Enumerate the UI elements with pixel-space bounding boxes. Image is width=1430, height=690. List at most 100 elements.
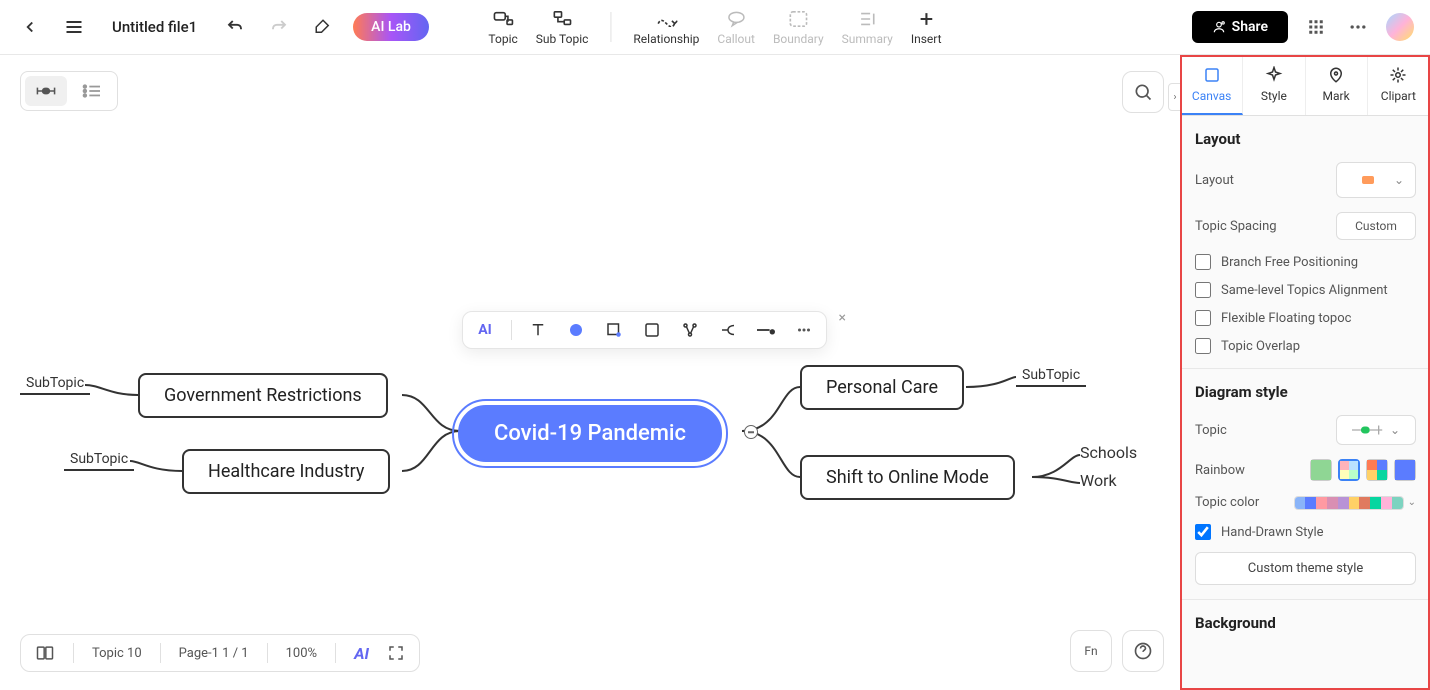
format-painter-button[interactable] xyxy=(309,13,337,41)
diagram-title: Diagram style xyxy=(1195,383,1416,401)
ft-color-button[interactable] xyxy=(564,318,588,342)
spacing-select[interactable]: Custom xyxy=(1336,212,1416,240)
central-node[interactable]: Covid-19 Pandemic xyxy=(458,405,722,462)
topic-color-label: Topic color xyxy=(1195,495,1259,510)
branch-free-check[interactable]: Branch Free Positioning xyxy=(1195,254,1416,270)
node-right-0[interactable]: Personal Care xyxy=(800,365,964,410)
fn-button[interactable]: Fn xyxy=(1070,630,1112,672)
back-button[interactable] xyxy=(16,13,44,41)
overlap-check[interactable]: Topic Overlap xyxy=(1195,338,1416,354)
main-area: › Covid-19 Pandemic Government Restricti… xyxy=(0,55,1430,690)
node-left-0[interactable]: Government Restrictions xyxy=(138,373,388,418)
tool-topic[interactable]: Topic xyxy=(488,8,517,46)
rainbow-options xyxy=(1310,459,1416,481)
user-avatar[interactable] xyxy=(1386,13,1414,41)
ft-ai-button[interactable]: AI xyxy=(473,318,497,342)
menu-button[interactable] xyxy=(60,13,88,41)
divider xyxy=(335,643,336,663)
topic-color-strip[interactable] xyxy=(1294,496,1404,510)
canvas-area[interactable]: › Covid-19 Pandemic Government Restricti… xyxy=(0,55,1180,690)
tab-canvas[interactable]: Canvas xyxy=(1181,55,1243,115)
panel-tabs: Canvas Style Mark Clipart xyxy=(1181,55,1430,116)
sub-left-1[interactable]: SubTopic xyxy=(64,449,134,471)
tool-relationship-label: Relationship xyxy=(633,32,699,46)
tool-summary[interactable]: Summary xyxy=(842,8,893,46)
rainbow-opt-1[interactable] xyxy=(1310,459,1332,481)
ft-shape-button[interactable] xyxy=(602,318,626,342)
right-panel: Canvas Style Mark Clipart Layout Layout … xyxy=(1180,55,1430,690)
tab-style[interactable]: Style xyxy=(1243,55,1305,115)
flexible-check[interactable]: Flexible Floating topoc xyxy=(1195,310,1416,326)
tool-subtopic[interactable]: Sub Topic xyxy=(536,8,589,46)
tool-callout-label: Callout xyxy=(717,32,755,46)
zoom-level[interactable]: 100% xyxy=(286,646,317,661)
ft-border-button[interactable] xyxy=(640,318,664,342)
tool-subtopic-label: Sub Topic xyxy=(536,32,589,46)
callout-icon xyxy=(725,8,747,30)
layout-label: Layout xyxy=(1195,173,1234,188)
fullscreen-button[interactable] xyxy=(387,644,405,662)
insert-icon xyxy=(915,8,937,30)
layout-select[interactable]: ⌄ xyxy=(1336,162,1416,198)
ft-branch-button[interactable] xyxy=(716,318,740,342)
rainbow-opt-3[interactable] xyxy=(1366,459,1388,481)
tool-insert[interactable]: Insert xyxy=(911,8,942,46)
custom-theme-button[interactable]: Custom theme style xyxy=(1195,552,1416,585)
rainbow-opt-2[interactable] xyxy=(1338,459,1360,481)
topic-count: Topic 10 xyxy=(92,646,142,661)
divider xyxy=(511,320,512,340)
same-level-check[interactable]: Same-level Topics Alignment xyxy=(1195,282,1416,298)
tab-mark[interactable]: Mark xyxy=(1306,55,1368,115)
more-button[interactable] xyxy=(1344,13,1372,41)
topbar-left: Untitled file1 AI Lab xyxy=(16,13,429,41)
share-button[interactable]: Share xyxy=(1192,11,1288,43)
hand-drawn-check[interactable]: Hand-Drawn Style xyxy=(1195,524,1416,540)
rainbow-label: Rainbow xyxy=(1195,463,1245,478)
help-button[interactable] xyxy=(1122,630,1164,672)
tool-callout[interactable]: Callout xyxy=(717,8,755,46)
ai-lab-button[interactable]: AI Lab xyxy=(353,13,429,41)
spacing-row: Topic Spacing Custom xyxy=(1195,212,1416,240)
page-indicator[interactable]: Page-1 1 / 1 xyxy=(179,646,249,661)
file-name[interactable]: Untitled file1 xyxy=(112,18,197,36)
chevron-down-icon[interactable]: ⌄ xyxy=(1408,497,1416,508)
undo-button[interactable] xyxy=(221,13,249,41)
topic-color-row: Topic color ⌄ xyxy=(1195,495,1416,510)
tool-insert-label: Insert xyxy=(911,32,942,46)
leaf-schools[interactable]: Schools xyxy=(1080,443,1137,462)
topbar-right: Share xyxy=(1192,11,1414,43)
clipart-icon xyxy=(1388,65,1408,85)
collapse-handle[interactable] xyxy=(744,425,758,439)
node-left-1[interactable]: Healthcare Industry xyxy=(182,449,390,494)
leaf-work[interactable]: Work xyxy=(1080,471,1117,490)
topic-style-select[interactable]: ⌄ xyxy=(1336,415,1416,445)
divider xyxy=(1181,368,1430,369)
layout-row: Layout ⌄ xyxy=(1195,162,1416,198)
sub-right-0[interactable]: SubTopic xyxy=(1016,365,1086,387)
tab-clipart[interactable]: Clipart xyxy=(1368,55,1430,115)
divider xyxy=(1181,599,1430,600)
floating-toolbar: AI × xyxy=(462,311,827,349)
ft-more-button[interactable] xyxy=(792,318,816,342)
divider xyxy=(267,643,268,663)
ft-line-button[interactable] xyxy=(754,318,778,342)
bb-ai-button[interactable]: AI xyxy=(354,644,369,663)
sub-left-0[interactable]: SubTopic xyxy=(20,373,90,395)
ft-link-button[interactable] xyxy=(678,318,702,342)
rainbow-opt-4[interactable] xyxy=(1394,459,1416,481)
pages-button[interactable] xyxy=(35,644,55,662)
ft-close-button[interactable]: × xyxy=(839,310,846,326)
node-right-1[interactable]: Shift to Online Mode xyxy=(800,455,1015,500)
redo-button[interactable] xyxy=(265,13,293,41)
ft-text-button[interactable] xyxy=(526,318,550,342)
tool-summary-label: Summary xyxy=(842,32,893,46)
tool-boundary[interactable]: Boundary xyxy=(773,8,824,46)
tool-topic-label: Topic xyxy=(488,32,517,46)
rainbow-row: Rainbow xyxy=(1195,459,1416,481)
topbar-center: Topic Sub Topic Relationship Callout Bou… xyxy=(488,8,941,46)
divider xyxy=(160,643,161,663)
tool-relationship[interactable]: Relationship xyxy=(633,8,699,46)
summary-icon xyxy=(856,8,878,30)
apps-button[interactable] xyxy=(1302,13,1330,41)
bottom-bar: Topic 10 Page-1 1 / 1 100% AI xyxy=(20,634,420,672)
